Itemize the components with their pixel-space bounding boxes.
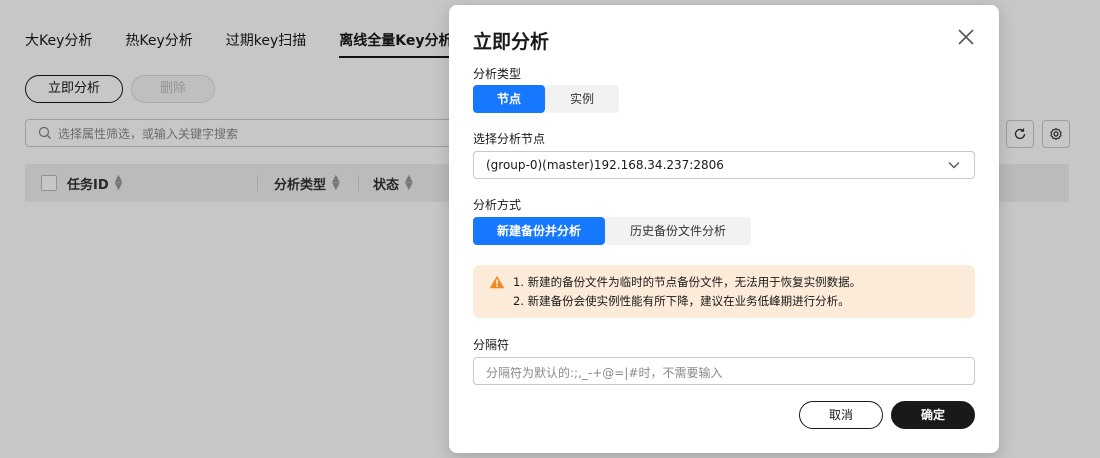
warning-alert: 1. 新建的备份文件为临时的节点备份文件，无法用于恢复实例数据。 2. 新建备份… [473,265,975,318]
delimiter-placeholder: 分隔符为默认的:;,_-+@=|#时，不需要输入 [486,366,723,380]
delimiter-input[interactable]: 分隔符为默认的:;,_-+@=|#时，不需要输入 [473,357,975,385]
dialog-title: 立即分析 [473,31,550,53]
warning-icon [489,275,505,289]
segment-new-backup[interactable]: 新建备份并分析 [473,217,605,245]
chevron-down-icon [948,161,960,169]
node-select[interactable]: (group-0)(master)192.168.34.237:2806 [473,151,975,179]
node-select-label: 选择分析节点 [473,132,546,146]
close-button[interactable] [954,25,978,49]
confirm-button[interactable]: 确定 [891,401,975,429]
node-select-value: (group-0)(master)192.168.34.237:2806 [486,158,724,172]
warning-line-1: 1. 新建的备份文件为临时的节点备份文件，无法用于恢复实例数据。 [513,275,862,289]
cancel-button[interactable]: 取消 [799,401,883,429]
segment-instance[interactable]: 实例 [545,85,619,113]
delimiter-label: 分隔符 [473,338,510,352]
method-label: 分析方式 [473,198,522,212]
method-segment: 新建备份并分析 历史备份文件分析 [473,217,751,245]
analysis-type-segment: 节点 实例 [473,85,619,113]
segment-history-backup[interactable]: 历史备份文件分析 [605,217,751,245]
warning-line-2: 2. 新建备份会使实例性能有所下降，建议在业务低峰期进行分析。 [513,294,850,308]
segment-node[interactable]: 节点 [473,85,545,113]
close-icon [954,25,978,49]
analysis-type-label: 分析类型 [473,67,522,81]
analyze-dialog: 立即分析 分析类型 节点 实例 选择分析节点 (group-0)(master)… [449,5,999,453]
